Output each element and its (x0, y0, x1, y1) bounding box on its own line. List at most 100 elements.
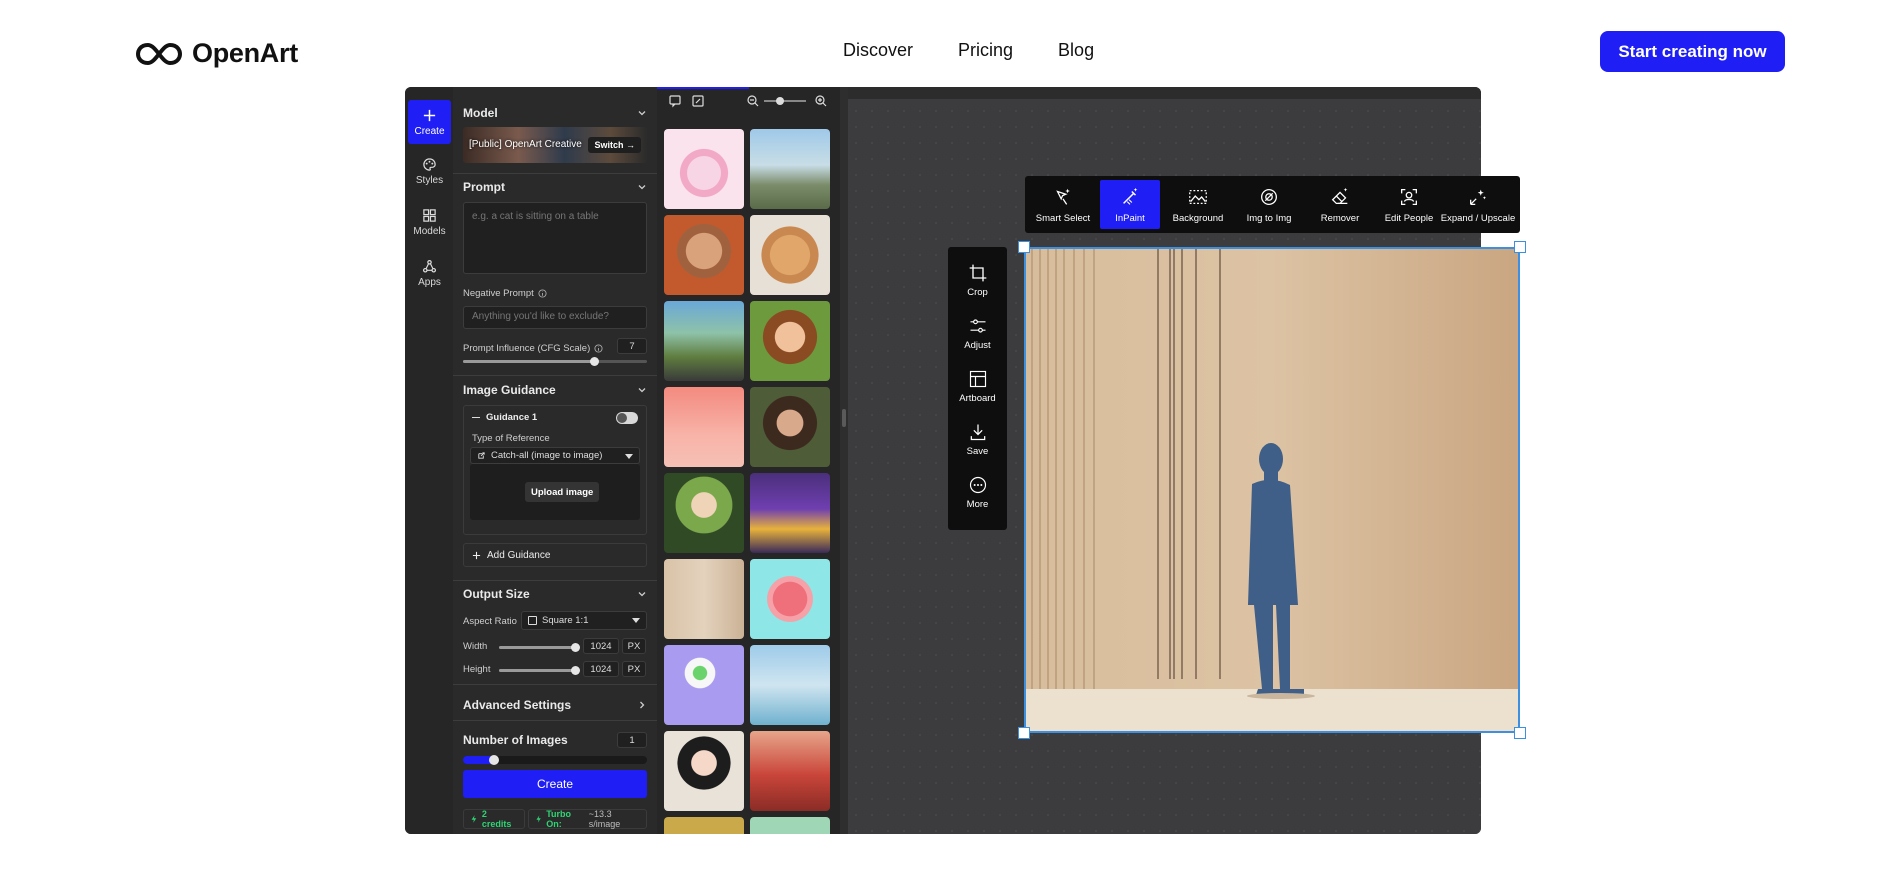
height-fill (499, 669, 575, 672)
zoom-out-icon[interactable] (746, 94, 760, 108)
info-icon[interactable] (538, 289, 547, 298)
chat-icon[interactable] (668, 94, 682, 108)
guidance-toggle[interactable] (616, 412, 638, 424)
width-value[interactable]: 1024 (583, 638, 619, 654)
nav-link-pricing[interactable]: Pricing (958, 40, 1013, 61)
tool-label: Background (1172, 212, 1224, 224)
create-button[interactable]: Create (463, 770, 647, 798)
nav-link-discover[interactable]: Discover (843, 40, 913, 61)
tool-smart-select[interactable]: Smart Select (1028, 180, 1098, 229)
upload-image-button[interactable]: Upload image (525, 482, 600, 502)
resize-handle-bottom-right[interactable] (1514, 727, 1526, 739)
divider (453, 720, 657, 721)
rail-item-apps[interactable]: Apps (408, 251, 451, 295)
switch-model-button[interactable]: Switch → (588, 137, 641, 153)
gallery-thumbnail[interactable] (664, 645, 744, 725)
gallery-thumbnail[interactable] (750, 731, 830, 811)
number-of-images-value[interactable]: 1 (617, 732, 647, 748)
rail-item-label: Create (414, 125, 445, 137)
resize-handle-top-right[interactable] (1514, 241, 1526, 253)
selected-artwork[interactable] (1024, 247, 1520, 733)
chevron-down-icon[interactable] (637, 182, 647, 192)
rail-item-styles[interactable]: Styles (408, 149, 451, 193)
resize-handle-top-left[interactable] (1018, 241, 1030, 253)
tool-background[interactable]: Background (1163, 180, 1233, 229)
upload-dropzone[interactable]: Upload image (470, 464, 640, 520)
rail-item-models[interactable]: Models (408, 200, 451, 244)
brand-name: OpenArt (192, 38, 298, 68)
chevron-right-icon[interactable] (637, 700, 647, 710)
cfg-scale-knob[interactable] (590, 357, 600, 366)
gallery-thumbnail[interactable] (750, 387, 830, 467)
aspect-ratio-select[interactable]: Square 1:1 (521, 611, 647, 630)
chevron-down-icon[interactable] (637, 385, 647, 395)
gallery-thumbnail[interactable] (664, 473, 744, 553)
gallery-thumbnail[interactable] (750, 817, 830, 834)
width-knob[interactable] (571, 643, 580, 652)
resize-handle[interactable] (842, 409, 846, 427)
credits-badge: 2 credits (463, 809, 525, 829)
prompt-input[interactable]: e.g. a cat is sitting on a table (463, 202, 647, 274)
tool-more[interactable]: More (948, 467, 1007, 517)
height-knob[interactable] (571, 666, 580, 675)
sliders-icon (970, 318, 985, 333)
gallery-thumbnail[interactable] (750, 559, 830, 639)
zoom-in-icon[interactable] (814, 94, 828, 108)
chevron-down-icon[interactable] (637, 589, 647, 599)
gallery-thumbnail[interactable] (750, 473, 830, 553)
advanced-settings-title[interactable]: Advanced Settings (463, 698, 571, 712)
gallery-thumbnail[interactable] (750, 645, 830, 725)
tool-img-to-img[interactable]: Img to Img (1234, 180, 1304, 229)
edit-toolbar: Smart Select InPaint Background Img to I… (1025, 176, 1520, 233)
width-slider[interactable] (499, 643, 580, 652)
gallery-thumbnail[interactable] (664, 215, 744, 295)
tool-edit-people[interactable]: Edit People (1374, 180, 1444, 229)
cfg-scale-slider[interactable] (463, 357, 647, 366)
nav-link-blog[interactable]: Blog (1058, 40, 1094, 61)
chevron-down-icon[interactable] (637, 108, 647, 118)
side-tool-label: Artboard (959, 392, 996, 404)
gallery-thumbnail[interactable] (664, 817, 744, 834)
zoom-slider[interactable] (764, 97, 806, 105)
history-icon[interactable] (691, 94, 705, 108)
model-card[interactable]: [Public] OpenArt Creative Switch → (463, 127, 647, 163)
plus-icon (472, 551, 481, 559)
number-of-images-knob[interactable] (489, 755, 500, 765)
number-of-images-slider[interactable] (463, 755, 647, 765)
gallery-thumbnail[interactable] (750, 215, 830, 295)
cfg-scale-value[interactable]: 7 (617, 338, 647, 354)
gallery-thumbnail[interactable] (664, 129, 744, 209)
zoom-knob[interactable] (776, 97, 784, 105)
tool-save[interactable]: Save (948, 414, 1007, 464)
panel-resize-gutter[interactable] (840, 87, 848, 834)
tool-label: InPaint (1115, 212, 1145, 224)
tool-inpaint[interactable]: InPaint (1100, 180, 1160, 229)
collapse-icon[interactable] (472, 416, 480, 419)
gallery-thumbnail[interactable] (750, 301, 830, 381)
turbo-label: Turbo On: (546, 809, 572, 829)
tool-crop[interactable]: Crop (948, 255, 1007, 305)
info-icon[interactable] (594, 344, 603, 353)
add-guidance-button[interactable]: Add Guidance (463, 543, 647, 567)
gallery-thumbnail[interactable] (664, 731, 744, 811)
image-gallery (657, 87, 840, 834)
resize-handle-bottom-left[interactable] (1018, 727, 1030, 739)
tool-remover[interactable]: Remover (1305, 180, 1375, 229)
height-value[interactable]: 1024 (583, 661, 619, 677)
reference-type-select[interactable]: Catch-all (image to image) (470, 447, 640, 464)
tool-adjust[interactable]: Adjust (948, 308, 1007, 358)
tool-expand-upscale[interactable]: Expand / Upscale (1437, 180, 1519, 229)
turbo-badge[interactable]: Turbo On: ~13.3 s/image (528, 809, 647, 829)
output-size-title: Output Size (463, 587, 530, 601)
start-creating-button[interactable]: Start creating now (1600, 31, 1785, 72)
negative-prompt-input[interactable]: Anything you'd like to exclude? (463, 306, 647, 329)
edit-people-icon (1401, 188, 1417, 205)
brand-logo[interactable]: OpenArt (134, 38, 298, 69)
rail-item-create[interactable]: Create (408, 100, 451, 144)
height-slider[interactable] (499, 666, 580, 675)
gallery-thumbnail[interactable] (664, 301, 744, 381)
gallery-thumbnail[interactable] (664, 559, 744, 639)
tool-artboard[interactable]: Artboard (948, 361, 1007, 411)
gallery-thumbnail[interactable] (664, 387, 744, 467)
gallery-thumbnail[interactable] (750, 129, 830, 209)
